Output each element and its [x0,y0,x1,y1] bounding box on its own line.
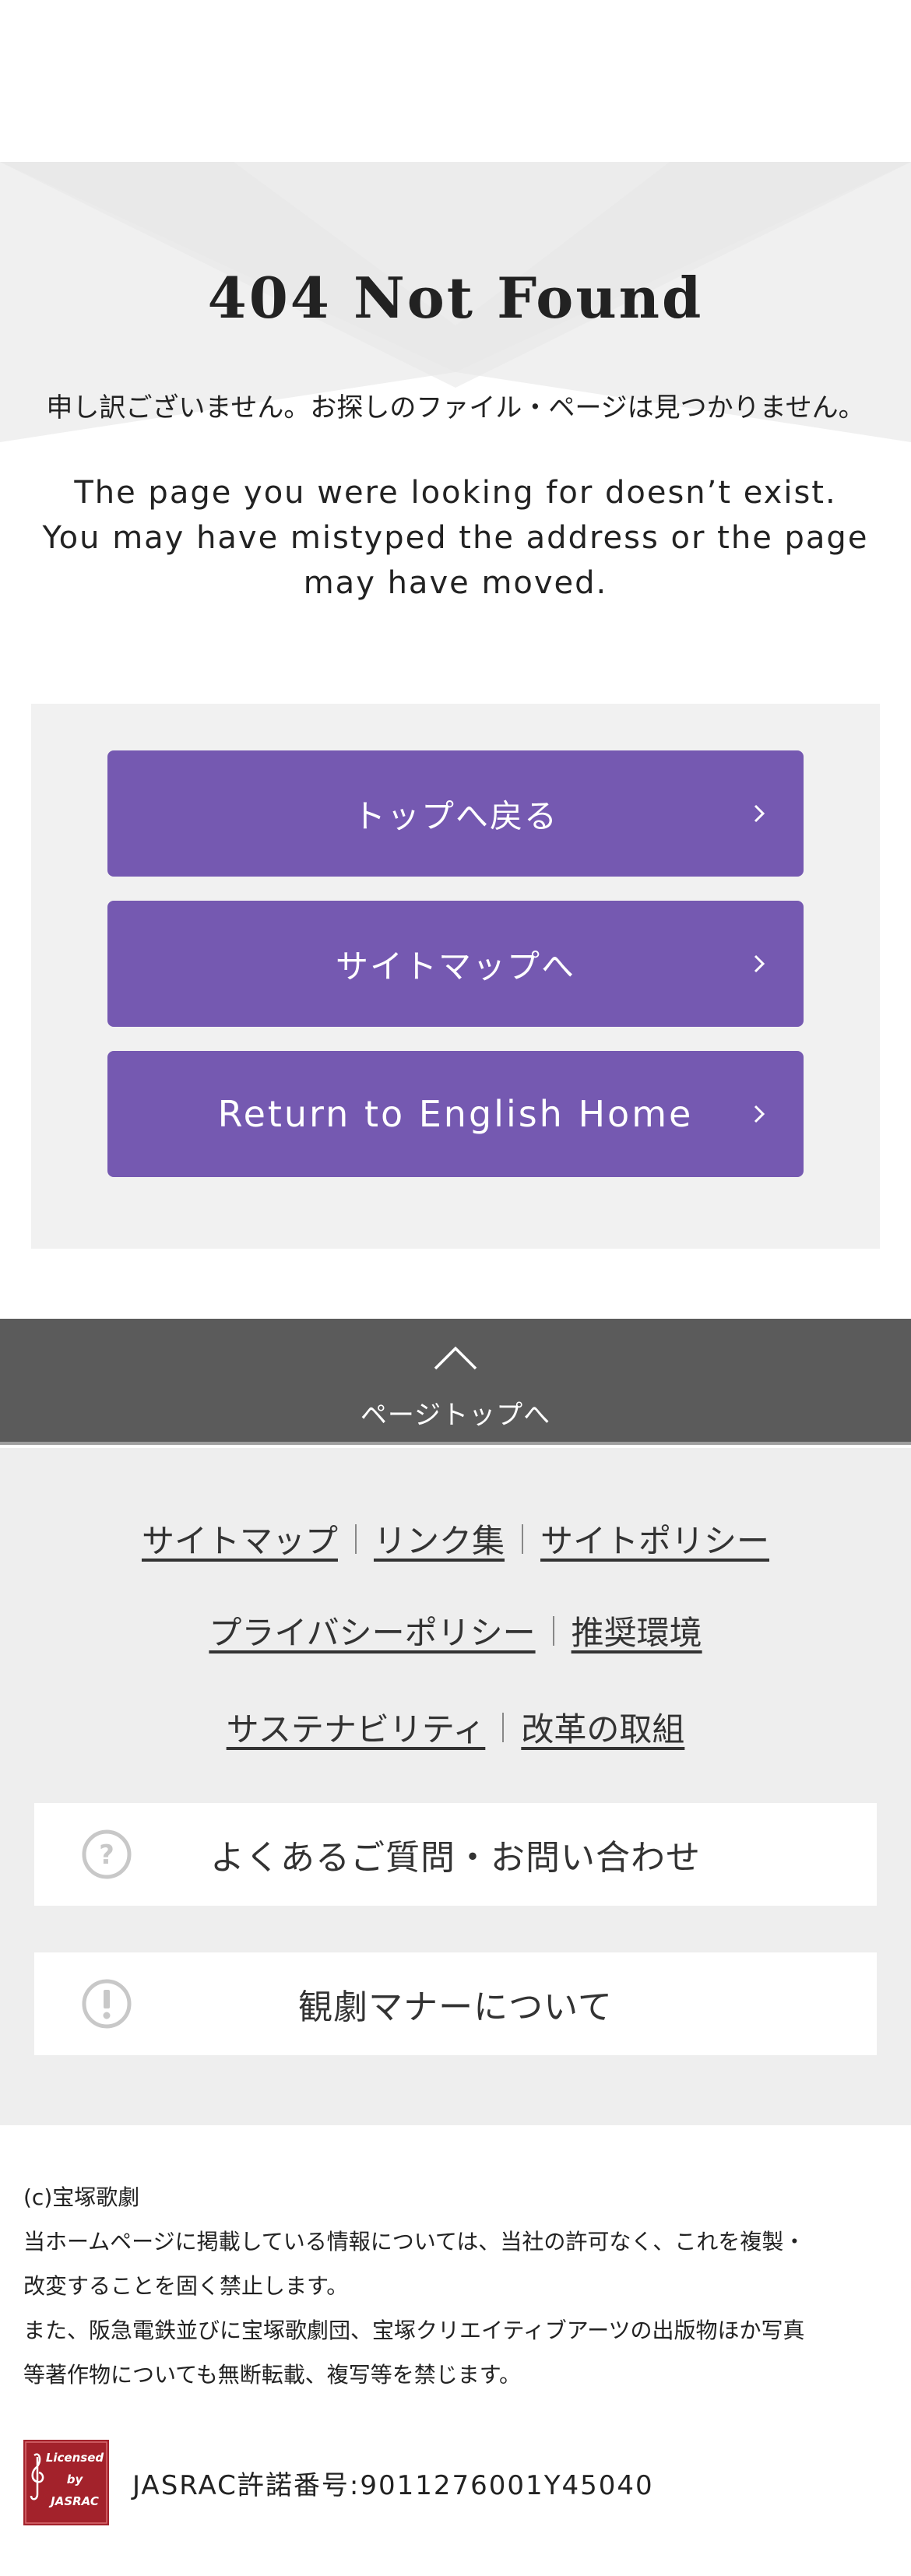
theater-manners-label: 観劇マナーについて [298,1987,613,2027]
sitemap-button[interactable]: サイトマップへ [107,901,804,1027]
error-message-en-line: The page you were looking for doesn’t ex… [74,475,837,511]
chevron-right-icon [754,954,765,973]
footer-link-row: プライバシーポリシー 推奨環境 [0,1607,911,1654]
link-separator [522,1523,523,1554]
logo-text: by [67,2472,84,2486]
page-top-button[interactable]: ページトップへ [0,1319,911,1445]
footer-links-area: サイトマップ リンク集 サイトポリシー プライバシーポリシー 推奨環境 サステナ… [0,1448,911,2125]
footer-link-sustainability[interactable]: サステナビリティ [227,1703,486,1751]
error-hero: 404 Not Found 申し訳ございません。お探しのファイル・ページは見つか… [0,162,911,458]
copyright-line: 当ホームページに掲載している情報については、当社の許可なく、これを複製・ [23,2229,806,2254]
link-separator [552,1615,554,1646]
navigation-buttons-panel: トップへ戻る サイトマップへ Return to English Home [31,704,880,1249]
page-title: 404 Not Found [207,265,704,331]
button-label: Return to English Home [217,1093,694,1135]
link-separator [502,1712,505,1742]
link-separator [354,1523,357,1554]
footer-link-privacy-policy[interactable]: プライバシーポリシー [209,1607,535,1654]
error-message-jp: 申し訳ございません。お探しのファイル・ページは見つかりません。 [46,392,865,423]
footer-link-sitemap[interactable]: サイトマップ [142,1515,338,1562]
copyright-line: 等著作物についても無断転載、複写等を禁じます。 [23,2362,521,2388]
button-label: トップへ戻る [352,796,558,835]
jasrac-license: Licensed by JASRAC JASRAC許諾番号:9011276001… [23,2440,888,2525]
footer-link-recommended-env[interactable]: 推奨環境 [572,1607,702,1654]
chevron-up-icon [434,1346,477,1370]
exclamation-circle-icon [82,1979,132,2029]
svg-text:?: ? [99,1840,114,1871]
footer-link-row: サステナビリティ 改革の取組 [0,1703,911,1751]
page-top-label: ページトップへ [360,1400,551,1431]
error-message-en: The page you were looking for doesn’t ex… [31,470,880,606]
footer-link-links[interactable]: リンク集 [374,1515,505,1562]
error-message-en-line: may have moved. [303,565,608,601]
copyright-line: また、阪急電鉄並びに宝塚歌劇団、宝塚クリエイティブアーツの出版物ほか写真 [23,2318,805,2343]
copyright-line: 改変することを固く禁止します。 [23,2273,349,2299]
theater-manners-link[interactable]: 観劇マナーについて [34,1952,877,2055]
jasrac-license-number: JASRAC許諾番号:9011276001Y45040 [132,2469,654,2501]
footer-link-site-policy[interactable]: サイトポリシー [540,1515,769,1562]
header-area [0,0,911,162]
error-message-en-line: You may have mistyped the address or the… [42,520,869,556]
copyright-line: (c)宝塚歌劇 [23,2184,140,2210]
back-to-top-button[interactable]: トップへ戻る [107,750,804,877]
english-home-button[interactable]: Return to English Home [107,1051,804,1177]
button-label: サイトマップへ [335,947,575,986]
chevron-right-icon [754,804,765,823]
logo-text: Licensed [46,2451,104,2465]
chevron-right-icon [754,1105,765,1123]
faq-contact-link[interactable]: ? よくあるご質問・お問い合わせ [34,1803,877,1906]
footer-link-reform[interactable]: 改革の取組 [521,1703,684,1751]
faq-contact-label: よくあるご質問・お問い合わせ [210,1838,701,1878]
logo-text: JASRAC [48,2494,99,2508]
question-circle-icon: ? [82,1829,132,1879]
footer-link-row: サイトマップ リンク集 サイトポリシー [0,1515,911,1562]
jasrac-logo: Licensed by JASRAC [23,2440,109,2525]
copyright-notice: (c)宝塚歌劇 当ホームページに掲載している情報については、当社の許可なく、これ… [23,2175,888,2397]
